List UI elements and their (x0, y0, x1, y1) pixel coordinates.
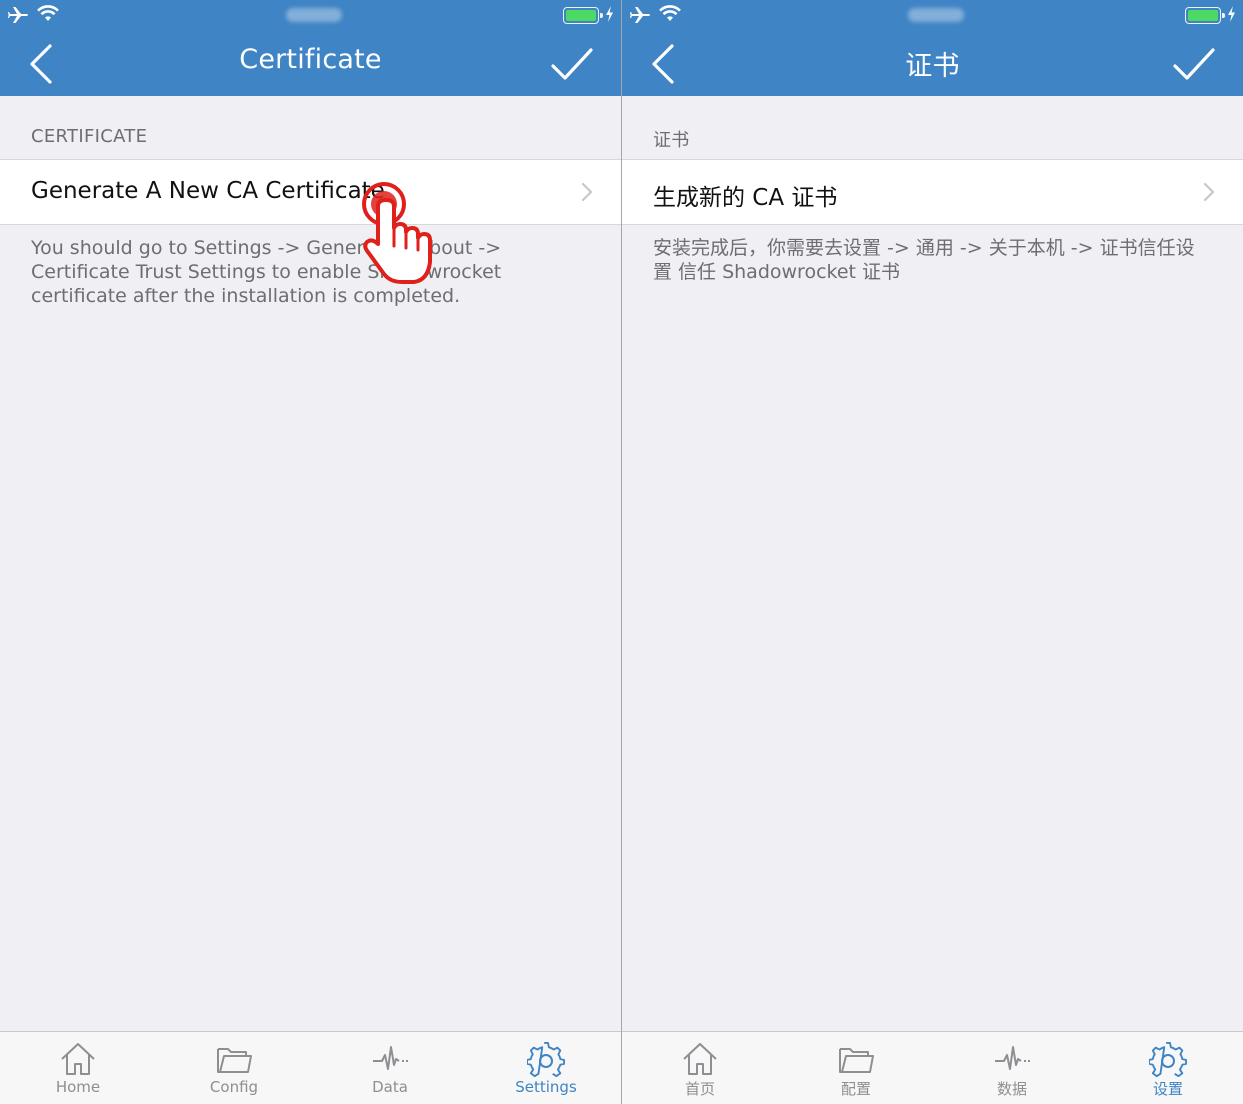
airplane-mode-icon (630, 7, 650, 23)
navigation-bar: 证书 (622, 0, 1243, 96)
tab-label: Settings (515, 1078, 577, 1096)
tab-home[interactable]: Home (18, 1032, 138, 1104)
battery-icon (563, 7, 603, 24)
tab-home[interactable]: 首页 (640, 1032, 760, 1104)
generate-ca-certificate-row[interactable]: Generate A New CA Certificate (0, 159, 621, 225)
tab-label: 首页 (684, 1080, 715, 1098)
status-bar (0, 0, 621, 30)
section-header: 证书 (653, 130, 690, 151)
wifi-icon (37, 5, 59, 21)
gear-icon (527, 1041, 565, 1077)
tab-bar: 首页 配置 数据 设置 (622, 1031, 1243, 1104)
row-label: 生成新的 CA 证书 (653, 185, 838, 211)
status-time-blurred (286, 8, 342, 22)
tab-label: Data (372, 1078, 408, 1096)
tab-settings[interactable]: Settings (486, 1032, 606, 1104)
wifi-icon (659, 5, 681, 21)
home-icon (683, 1043, 717, 1075)
tab-data[interactable]: Data (330, 1032, 450, 1104)
section-footer-note: 安装完成后，你需要去设置 -> 通用 -> 关于本机 -> 证书信任设置 信任 … (653, 237, 1195, 283)
pulse-icon (373, 1046, 408, 1070)
folder-icon (217, 1048, 252, 1073)
generate-ca-certificate-row[interactable]: 生成新的 CA 证书 (622, 159, 1243, 225)
tab-data[interactable]: 数据 (952, 1032, 1072, 1104)
home-icon (61, 1043, 95, 1075)
tab-bar: Home Config Data Settings (0, 1031, 621, 1104)
chevron-right-icon (581, 182, 593, 202)
pulse-icon (995, 1046, 1030, 1070)
chevron-right-icon (1203, 182, 1215, 202)
page-title: Certificate (239, 44, 382, 75)
folder-icon (839, 1048, 874, 1073)
tab-label: Home (55, 1078, 101, 1096)
navigation-bar: Certificate (0, 0, 621, 96)
tab-label: 数据 (996, 1080, 1027, 1098)
checkmark-done-icon[interactable] (551, 46, 593, 82)
tab-settings[interactable]: 设置 (1108, 1032, 1228, 1104)
battery-icon (1185, 7, 1225, 24)
phone-screen-chinese: 证书 证书 生成新的 CA 证书 安装完成后，你需要去设置 -> 通用 -> 关… (622, 0, 1243, 1104)
tab-config[interactable]: Config (174, 1032, 294, 1104)
tab-label: Config (209, 1078, 259, 1096)
status-bar (622, 0, 1243, 30)
gear-icon (1149, 1041, 1187, 1077)
tab-label: 设置 (1152, 1080, 1183, 1098)
section-footer-note: You should go to Settings -> General -> … (31, 237, 502, 307)
tab-label: 配置 (840, 1080, 871, 1098)
charging-bolt-icon (606, 6, 613, 22)
tab-config[interactable]: 配置 (796, 1032, 916, 1104)
status-time-blurred (908, 8, 964, 22)
phone-screen-english: Certificate CERTIFICATE Generate A New C… (0, 0, 621, 1104)
checkmark-done-icon[interactable] (1173, 46, 1215, 82)
row-label: Generate A New CA Certificate (31, 178, 385, 204)
page-title: 证书 (905, 51, 960, 82)
charging-bolt-icon (1228, 6, 1235, 22)
section-header: CERTIFICATE (31, 126, 148, 147)
airplane-mode-icon (8, 7, 28, 23)
